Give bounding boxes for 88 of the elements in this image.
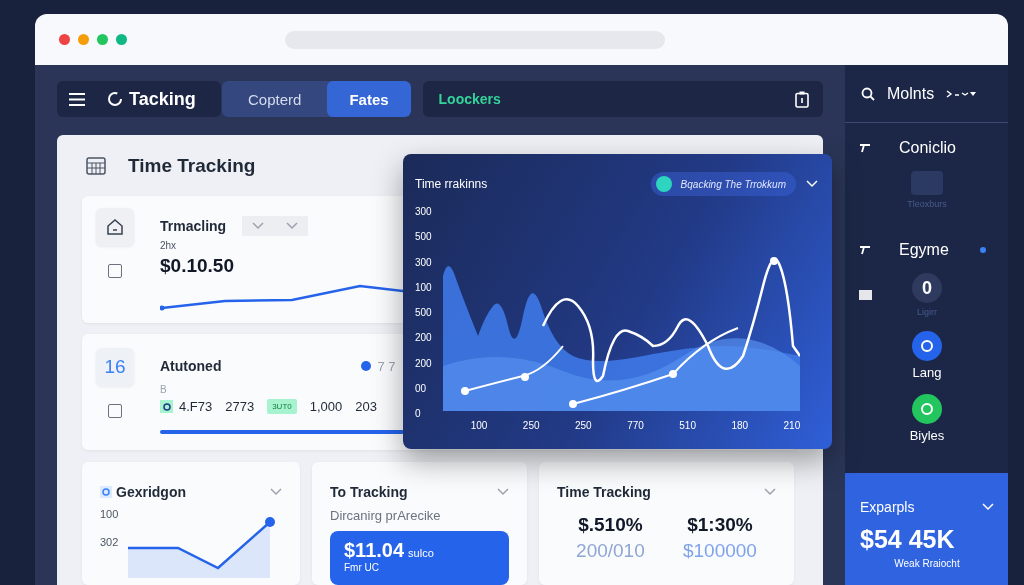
percent-value: $1:30% xyxy=(687,514,753,536)
axis-label: 100 xyxy=(415,281,433,293)
search-field[interactable]: Molnts xyxy=(845,65,1008,123)
axis-label: 500 xyxy=(415,231,433,243)
promo-title: Exparpls xyxy=(860,499,915,515)
axis-label: 210 xyxy=(783,420,801,431)
amount-value: $11.04 xyxy=(344,539,405,562)
app-icon[interactable] xyxy=(912,394,942,424)
axis-label: 100 xyxy=(100,508,120,520)
stat-value: 203 xyxy=(355,399,377,414)
axis-label: 180 xyxy=(731,420,749,431)
card-subtitle: Dircanirg prArecike xyxy=(330,508,442,523)
home-icon xyxy=(96,208,134,246)
axis-label: 200 xyxy=(415,357,433,369)
axis-label: 100 xyxy=(470,420,488,431)
card-title: Time Tracking xyxy=(557,484,651,500)
stat-value: 1,000 xyxy=(309,399,343,414)
card-title: Trmacling xyxy=(160,218,227,234)
axis-label: 300 xyxy=(415,256,433,268)
line-icon xyxy=(859,143,871,153)
data-point xyxy=(461,387,469,395)
window-control-dot[interactable] xyxy=(78,34,89,45)
app-label: Lang xyxy=(912,365,942,380)
axis-label: 250 xyxy=(522,420,540,431)
axis-label: 0 xyxy=(415,408,422,419)
axis-label: 302 xyxy=(100,536,120,548)
legend-pill[interactable]: Bqacking The Trrokkum xyxy=(650,172,796,196)
refresh-icon xyxy=(107,91,123,107)
status-icon xyxy=(160,400,173,413)
stat-value: 2773 xyxy=(225,399,255,414)
axis-label: 200 xyxy=(415,332,433,344)
number-badge: 16 xyxy=(96,348,134,386)
app-title: Tacking xyxy=(107,88,196,110)
amount-unit: sulco xyxy=(408,547,434,559)
sidebar-item[interactable]: Coniclio xyxy=(845,139,1008,157)
data-point xyxy=(569,400,577,408)
status-dot-icon xyxy=(980,247,986,253)
window-control-dot[interactable] xyxy=(97,34,108,45)
app-icon[interactable] xyxy=(912,331,942,361)
menu-icon[interactable] xyxy=(69,92,85,106)
card-title: Atutoned xyxy=(160,358,222,374)
logo-icon xyxy=(100,486,112,498)
card-value: $0.10.50 xyxy=(160,255,234,277)
axis-label: 250 xyxy=(575,420,592,431)
status-reading: 7 7 xyxy=(377,358,396,374)
promo-caption: Weak Rraiocht xyxy=(893,558,961,569)
percent-value: $.510% xyxy=(578,514,643,536)
sidebar-item[interactable]: Egyme xyxy=(845,241,1008,259)
line-icon xyxy=(859,245,871,255)
axis-label: 00 xyxy=(415,382,428,394)
dropdown-icon[interactable] xyxy=(946,89,977,98)
search-icon xyxy=(861,86,875,101)
checkbox[interactable] xyxy=(108,404,122,418)
nav-tab[interactable]: Fates xyxy=(327,81,411,117)
card-caption: 2hx xyxy=(160,240,177,251)
axis-label: 300 xyxy=(415,206,433,217)
tile-icon[interactable] xyxy=(911,171,943,195)
app-label: Biyles xyxy=(909,428,945,443)
data-point xyxy=(669,370,677,378)
status-tag: 3UT0 xyxy=(267,399,297,414)
status-dot-icon xyxy=(361,361,372,371)
data-point xyxy=(521,373,529,381)
data-point xyxy=(770,257,778,265)
counter-value: 0 xyxy=(912,273,942,303)
window-control-dot[interactable] xyxy=(116,34,127,45)
secondary-value: $100000 xyxy=(682,540,757,562)
tile-label: Tleoxburs xyxy=(907,199,947,209)
card-caption: B xyxy=(160,384,167,395)
checkbox[interactable] xyxy=(108,264,122,278)
axis-label: 770 xyxy=(627,420,644,431)
stat-value: 4.F73 xyxy=(179,399,213,414)
clipboard-icon[interactable] xyxy=(795,90,809,108)
legend-label: Bqacking The Trrokkum xyxy=(680,178,786,190)
promo-amount: $54 45K xyxy=(860,525,956,554)
chart-title: Time rrakinns xyxy=(415,177,488,191)
chat-icon xyxy=(654,175,673,193)
status-label: Loockers xyxy=(438,91,501,107)
window-control-dot[interactable] xyxy=(59,34,70,45)
axis-label: 500 xyxy=(415,307,433,318)
secondary-value: 200/010 xyxy=(576,540,645,562)
card-title: To Tracking xyxy=(330,484,408,500)
calendar-grid-icon xyxy=(86,156,106,175)
page-title: Time Tracking xyxy=(128,154,256,177)
card-title: Gexridgon xyxy=(116,484,186,500)
nav-tab[interactable]: Copterd xyxy=(222,81,328,117)
amount-note: Fmr UC xyxy=(344,562,380,573)
counter-label: Ligirr xyxy=(917,307,937,317)
axis-label: 510 xyxy=(679,420,696,431)
